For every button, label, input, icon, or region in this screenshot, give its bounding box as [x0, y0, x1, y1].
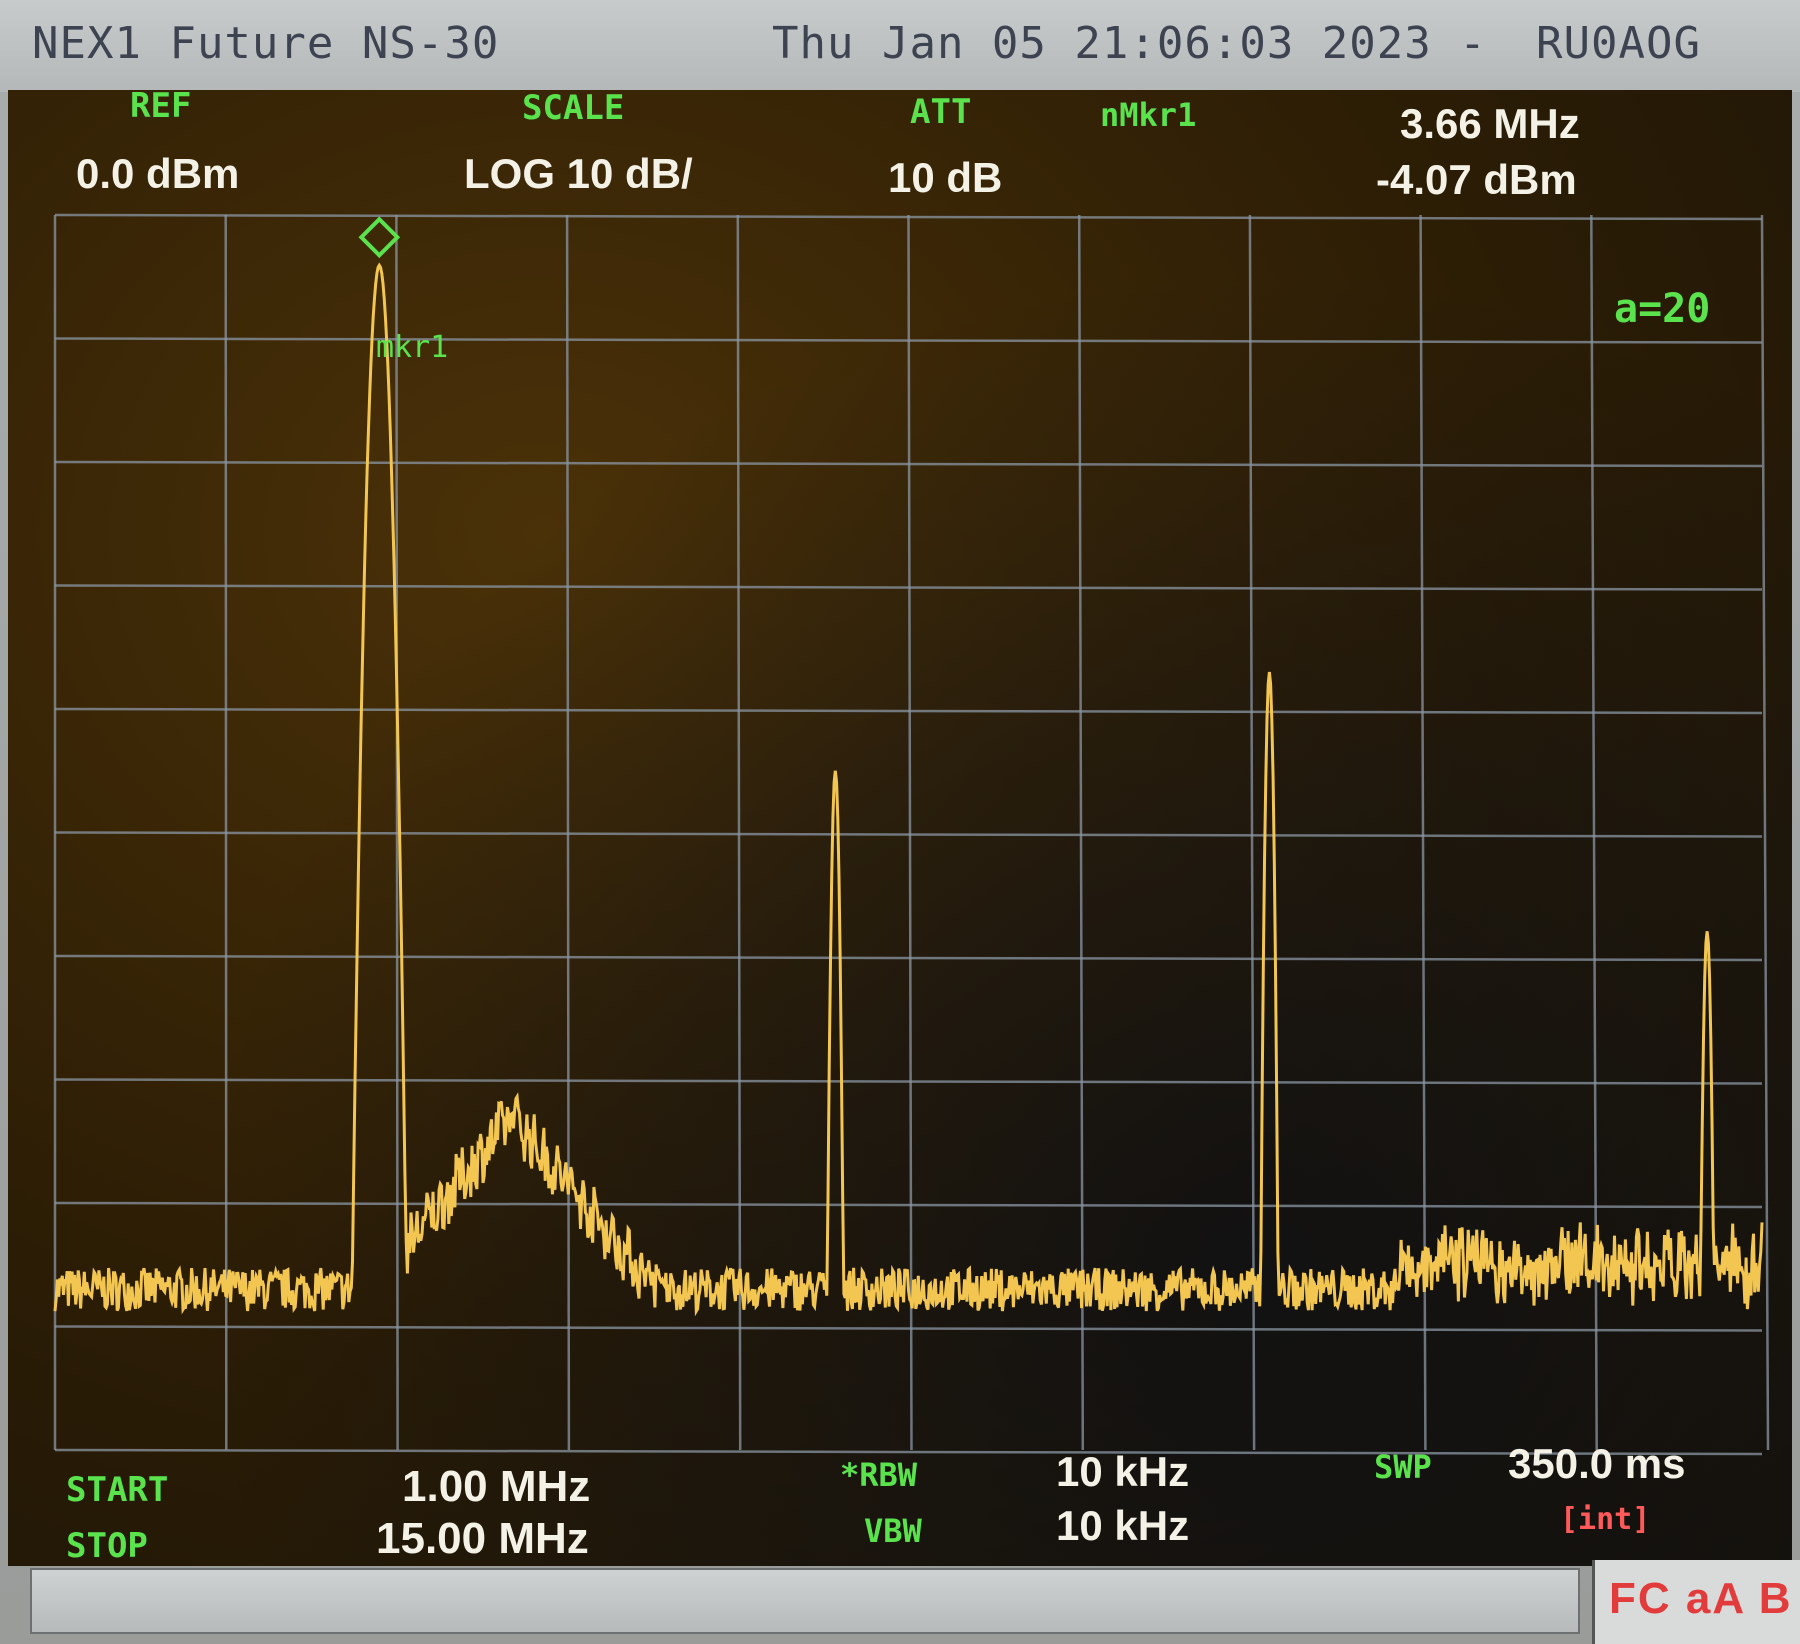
- grid-line-h: [54, 831, 1763, 838]
- grid-line-h: [54, 1201, 1763, 1209]
- rbw-label: *RBW: [840, 1456, 918, 1494]
- start-label: START: [66, 1470, 169, 1510]
- grid-line-h: [54, 1325, 1763, 1332]
- marker-1[interactable]: [358, 216, 401, 259]
- rbw-value: 10 kHz: [1056, 1448, 1190, 1495]
- sweep-mode: [int]: [1560, 1502, 1651, 1537]
- grid-line-v: [1248, 214, 1256, 1451]
- softkey-bar: [30, 1568, 1580, 1634]
- stop-value: 15.00 MHz: [376, 1514, 589, 1563]
- grid-line-v: [736, 214, 742, 1451]
- sweep-label: SWP: [1374, 1448, 1432, 1486]
- status-panel: FC aA B: [1592, 1560, 1800, 1644]
- status-flags: FC aA B: [1609, 1574, 1793, 1623]
- vbw-label: VBW: [864, 1512, 922, 1550]
- peak-markers: [379, 265, 1708, 1117]
- vbw-value: 10 kHz: [1056, 1502, 1190, 1549]
- grid-line-v: [907, 214, 913, 1451]
- stop-label: STOP: [66, 1526, 148, 1566]
- start-value: 1.00 MHz: [402, 1462, 591, 1511]
- grid-line-v: [1077, 214, 1085, 1451]
- grid-line-h: [54, 1078, 1763, 1085]
- marker-diamond-icon[interactable]: [358, 216, 401, 259]
- grid-line-h: [54, 954, 1763, 962]
- spectrum-plot: [53, 213, 1770, 1456]
- marker-tag: mkr1: [376, 330, 449, 365]
- sweep-value: 350.0 ms: [1508, 1440, 1686, 1487]
- grid-line-v: [1760, 214, 1770, 1451]
- grid-line-h: [54, 1448, 1763, 1456]
